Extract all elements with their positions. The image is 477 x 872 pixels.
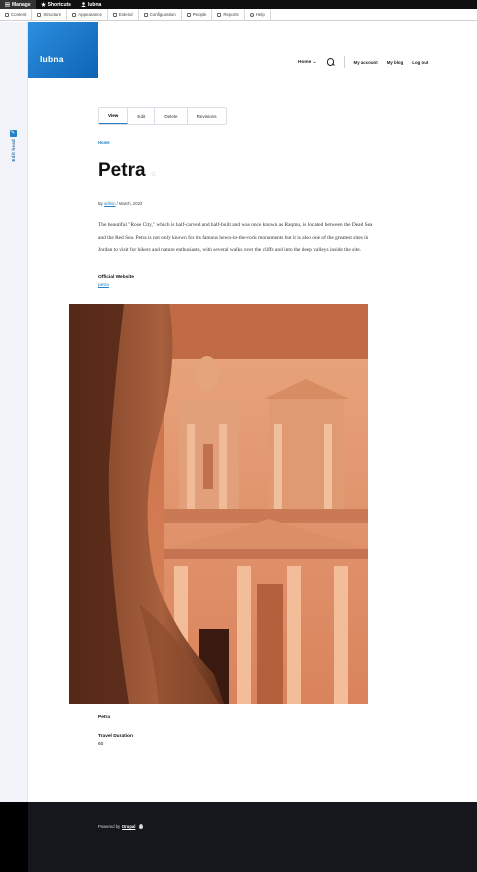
tray-item-people[interactable]: People bbox=[182, 8, 213, 21]
toolbar-shortcuts-label: Shortcuts bbox=[47, 1, 71, 8]
tray-label: Extend bbox=[118, 12, 133, 17]
tray-item-structure[interactable]: Structure bbox=[32, 8, 68, 21]
tray-label: Configuration bbox=[149, 12, 176, 17]
wrench-icon bbox=[143, 12, 148, 17]
toolbar-manage-label: Manage bbox=[12, 1, 31, 8]
left-gutter: ✎ Edit head bbox=[0, 22, 28, 802]
site-header: lubna Home ⌄ My account My blog Log out bbox=[28, 22, 477, 78]
tray-item-reports[interactable]: Reports bbox=[212, 8, 245, 21]
tab-delete[interactable]: Delete bbox=[155, 108, 188, 124]
local-tasks: View Edit Delete Revisions bbox=[98, 107, 227, 125]
site-branding[interactable]: lubna bbox=[28, 22, 98, 78]
search-icon[interactable] bbox=[326, 58, 335, 66]
nav-log-out[interactable]: Log out bbox=[412, 60, 428, 65]
author-link[interactable]: admin bbox=[104, 201, 115, 206]
structure-icon bbox=[37, 12, 42, 17]
travel-duration-value: 60 bbox=[98, 742, 104, 747]
menu-icon bbox=[5, 2, 10, 7]
chevron-down-icon: ⌄ bbox=[312, 59, 317, 65]
node-body: The beautiful "Rose City," which is half… bbox=[98, 222, 373, 253]
star-outline-icon[interactable]: ☆ bbox=[151, 170, 157, 178]
tray-item-content[interactable]: Content bbox=[0, 8, 33, 21]
user-icon bbox=[81, 2, 86, 7]
tray-label: People bbox=[192, 12, 207, 17]
footer-gutter bbox=[0, 802, 28, 872]
nav-divider bbox=[343, 56, 345, 68]
nav-my-account[interactable]: My account bbox=[354, 60, 378, 65]
main-content: View Edit Delete Revisions Home Petra ☆ … bbox=[28, 78, 477, 802]
image-caption: Petra bbox=[98, 715, 110, 720]
node-meta: By admin / March, 2023 bbox=[98, 201, 142, 206]
tray-label: Appearance bbox=[78, 12, 102, 17]
meta-by: By bbox=[98, 201, 103, 206]
nav-my-blog[interactable]: My blog bbox=[387, 60, 404, 65]
site-footer: Powered by Drupal bbox=[0, 802, 477, 872]
page-title: Petra bbox=[98, 160, 146, 181]
tray-item-appearance[interactable]: Appearance bbox=[67, 8, 108, 21]
people-icon bbox=[186, 12, 191, 17]
tab-revisions[interactable]: Revisions bbox=[188, 108, 226, 124]
petra-photo bbox=[69, 304, 368, 704]
admin-tray: Content Structure Appearance Extend Conf… bbox=[0, 8, 477, 21]
breadcrumb[interactable]: Home bbox=[98, 140, 110, 145]
tray-label: Structure bbox=[43, 12, 62, 17]
tab-view[interactable]: View bbox=[99, 108, 129, 124]
site-name[interactable]: lubna bbox=[40, 54, 64, 64]
appearance-icon bbox=[72, 12, 77, 17]
tray-item-extend[interactable]: Extend bbox=[108, 8, 139, 21]
meta-date: / March, 2023 bbox=[116, 201, 143, 206]
nav-home-label: Home bbox=[298, 59, 312, 65]
drupal-link[interactable]: Drupal bbox=[122, 824, 135, 829]
tray-label: Content bbox=[11, 12, 27, 17]
edit-tab[interactable]: ✎ Edit head bbox=[8, 130, 18, 161]
help-icon bbox=[249, 12, 254, 17]
website-label: Official Website bbox=[98, 275, 134, 280]
tray-label: Help bbox=[255, 12, 265, 17]
toolbar-user-label: lubna bbox=[87, 1, 102, 8]
powered-by: Powered by Drupal bbox=[98, 824, 144, 829]
tab-edit[interactable]: Edit bbox=[128, 108, 156, 124]
nav-home[interactable]: Home ⌄ bbox=[298, 59, 317, 65]
website-link[interactable]: petra bbox=[98, 283, 109, 288]
travel-duration-label: Travel Duration bbox=[98, 734, 133, 739]
star-icon bbox=[40, 2, 46, 7]
powered-by-label: Powered by bbox=[98, 824, 121, 829]
pencil-icon: ✎ bbox=[9, 130, 17, 137]
main-navigation: Home ⌄ My account My blog Log out bbox=[298, 56, 437, 68]
extend-icon bbox=[112, 12, 117, 17]
edit-tab-label: Edit head bbox=[10, 139, 16, 162]
tray-item-help[interactable]: Help bbox=[245, 8, 271, 21]
title-row: Petra ☆ bbox=[98, 160, 157, 182]
reports-icon bbox=[217, 12, 222, 17]
drupal-drop-icon bbox=[139, 824, 144, 829]
tray-item-configuration[interactable]: Configuration bbox=[139, 8, 182, 21]
content-icon bbox=[5, 12, 9, 17]
tray-label: Reports bbox=[223, 12, 239, 17]
